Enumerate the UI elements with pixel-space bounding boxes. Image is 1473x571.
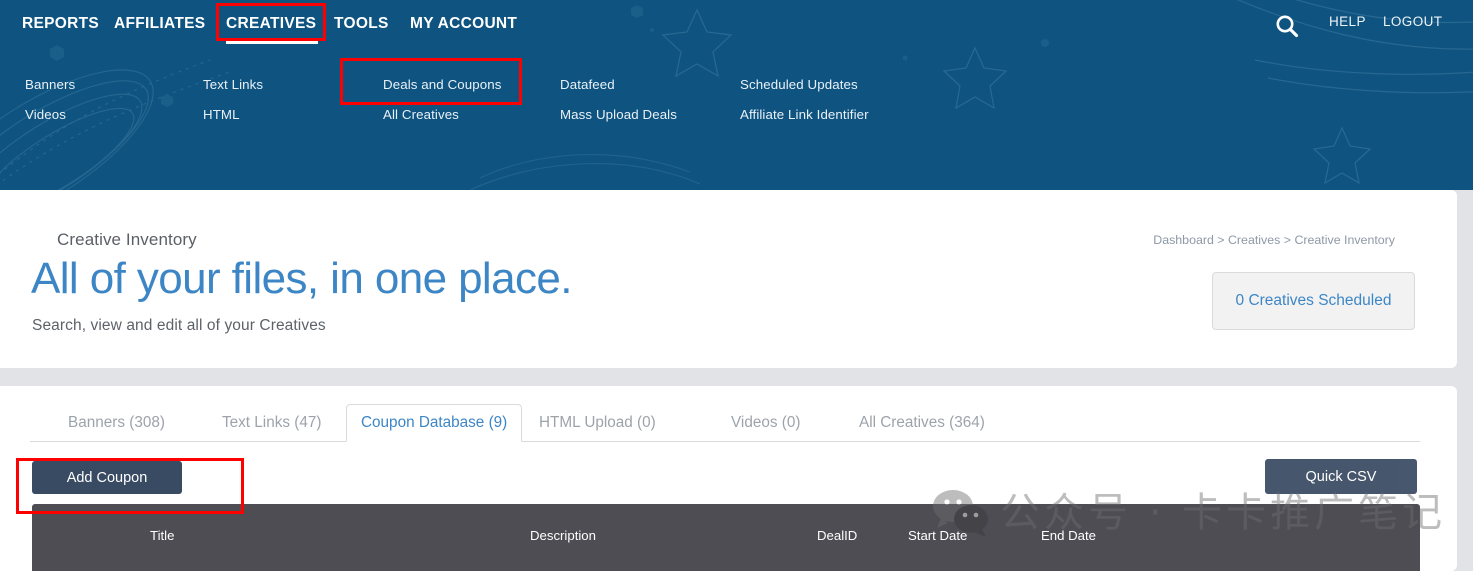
nav-item-affiliates[interactable]: AFFILIATES bbox=[114, 13, 205, 35]
column-header-description[interactable]: Description bbox=[530, 528, 596, 543]
page-subtitle: Search, view and edit all of your Creati… bbox=[32, 317, 326, 335]
subnav-item-affiliate-link-identifier[interactable]: Affiliate Link Identifier bbox=[740, 107, 869, 122]
subnav-item-scheduled-updates[interactable]: Scheduled Updates bbox=[740, 77, 858, 92]
creatives-nav-highlight bbox=[216, 3, 326, 41]
search-icon[interactable] bbox=[1274, 13, 1300, 39]
column-header-start-date[interactable]: Start Date bbox=[908, 528, 967, 543]
nav-item-tools[interactable]: TOOLS bbox=[334, 13, 389, 35]
subnav-item-banners[interactable]: Banners bbox=[25, 77, 75, 92]
add-coupon-highlight bbox=[16, 458, 244, 514]
subnav-item-datafeed[interactable]: Datafeed bbox=[560, 77, 615, 92]
deals-and-coupons-highlight bbox=[340, 58, 522, 105]
page-title: All of your files, in one place. bbox=[31, 254, 572, 304]
coupon-table-header: Title Description DealID Start Date End … bbox=[32, 504, 1420, 571]
inventory-tabs: Banners (308) Text Links (47) Coupon Dat… bbox=[30, 404, 1420, 442]
column-header-dealid[interactable]: DealID bbox=[817, 528, 857, 543]
subnav-item-videos[interactable]: Videos bbox=[25, 107, 66, 122]
quick-csv-button[interactable]: Quick CSV bbox=[1265, 459, 1417, 494]
column-header-title[interactable]: Title bbox=[150, 528, 174, 543]
nav-item-my-account[interactable]: MY ACCOUNT bbox=[410, 13, 517, 35]
tab-all-creatives[interactable]: All Creatives (364) bbox=[845, 404, 999, 442]
column-header-end-date[interactable]: End Date bbox=[1041, 528, 1096, 543]
logout-link[interactable]: LOGOUT bbox=[1383, 14, 1442, 29]
tab-coupon-database[interactable]: Coupon Database (9) bbox=[346, 404, 522, 442]
subnav-item-html[interactable]: HTML bbox=[203, 107, 240, 122]
subnav-item-text-links[interactable]: Text Links bbox=[203, 77, 263, 92]
scheduled-creatives-badge[interactable]: 0 Creatives Scheduled bbox=[1212, 272, 1415, 330]
tab-text-links[interactable]: Text Links (47) bbox=[208, 404, 335, 442]
subnav-item-mass-upload-deals[interactable]: Mass Upload Deals bbox=[560, 107, 677, 122]
nav-item-reports[interactable]: REPORTS bbox=[22, 13, 99, 35]
page-eyebrow: Creative Inventory bbox=[57, 230, 197, 250]
help-link[interactable]: HELP bbox=[1329, 14, 1366, 29]
tab-banners[interactable]: Banners (308) bbox=[54, 404, 179, 442]
hero-card: Creative Inventory All of your files, in… bbox=[0, 190, 1457, 368]
breadcrumb[interactable]: Dashboard > Creatives > Creative Invento… bbox=[1153, 233, 1395, 247]
tab-html-upload[interactable]: HTML Upload (0) bbox=[525, 404, 670, 442]
tab-videos[interactable]: Videos (0) bbox=[717, 404, 814, 442]
subnav-item-all-creatives[interactable]: All Creatives bbox=[383, 107, 459, 122]
